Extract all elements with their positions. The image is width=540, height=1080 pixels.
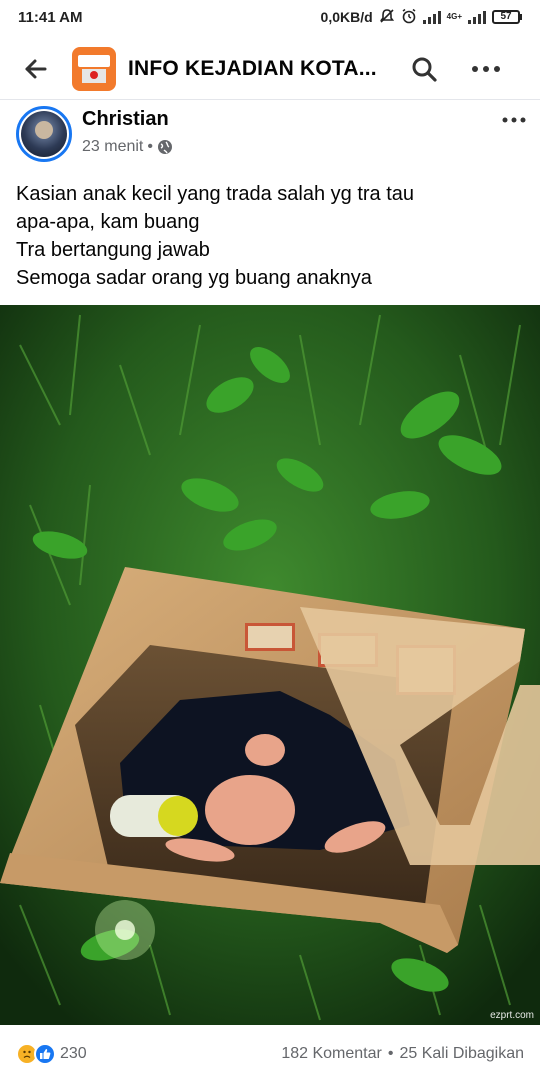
post-photo[interactable]: ezprt.com: [0, 305, 540, 1025]
more-horizontal-icon: [502, 117, 526, 123]
more-horizontal-icon: [472, 65, 500, 72]
mute-icon: [379, 8, 395, 27]
post-text-line: Semoga sadar orang yg buang anaknya: [16, 267, 372, 289]
battery-icon: 57: [492, 10, 522, 24]
post-more-button[interactable]: [502, 106, 526, 129]
status-bar: 11:41 AM 0,0KB/d 4G+ 57: [0, 0, 540, 34]
arrow-left-icon: [25, 59, 47, 78]
post-author[interactable]: Christian: [82, 108, 169, 131]
reaction-summary[interactable]: 230: [16, 1043, 87, 1065]
avatar[interactable]: [16, 106, 72, 162]
app-bar: INFO KEJADIAN KOTA...: [0, 38, 540, 100]
comments-count[interactable]: 182 Komentar: [281, 1045, 382, 1063]
post-text-line: apa-apa, kam buang: [16, 211, 200, 233]
search-button[interactable]: [402, 47, 446, 91]
back-button[interactable]: [14, 47, 58, 91]
status-icons: 0,0KB/d 4G+ 57: [321, 8, 522, 27]
post-meta: 23 menit •: [82, 138, 173, 156]
group-avatar[interactable]: [72, 46, 116, 91]
stats-separator: •: [387, 1045, 394, 1062]
image-watermark: ezprt.com: [490, 1010, 534, 1021]
alarm-icon: [401, 8, 417, 27]
signal-icon-2: [468, 10, 486, 24]
group-title[interactable]: INFO KEJADIAN KOTA...: [128, 57, 390, 81]
globe-icon: [157, 140, 172, 154]
status-time: 11:41 AM: [18, 8, 83, 26]
search-icon: [412, 57, 437, 82]
reactions-bar: 230 182 Komentar • 25 Kali Dibagikan: [0, 1036, 540, 1072]
photo-illustration: [0, 305, 540, 1025]
signal-icon: [422, 10, 441, 24]
data-rate: 0,0KB/d: [320, 9, 373, 25]
post-text-line: Tra bertangung jawab: [16, 239, 210, 261]
like-reaction-icon: [34, 1043, 56, 1065]
more-options-button[interactable]: [464, 47, 508, 91]
meta-separator: •: [147, 138, 153, 155]
post-header: Christian 23 menit •: [16, 106, 526, 164]
engagement-stats: 182 Komentar • 25 Kali Dibagikan: [281, 1045, 524, 1063]
shares-count[interactable]: 25 Kali Dibagikan: [399, 1045, 524, 1063]
post-text-line: Kasian anak kecil yang trada salah yg tr…: [16, 183, 415, 205]
network-type: 4G+: [446, 12, 462, 21]
battery-level: 57: [492, 10, 520, 24]
post-text: Kasian anak kecil yang trada salah yg tr…: [16, 180, 521, 292]
post-time[interactable]: 23 menit: [82, 138, 143, 156]
reaction-count: 230: [60, 1045, 87, 1062]
